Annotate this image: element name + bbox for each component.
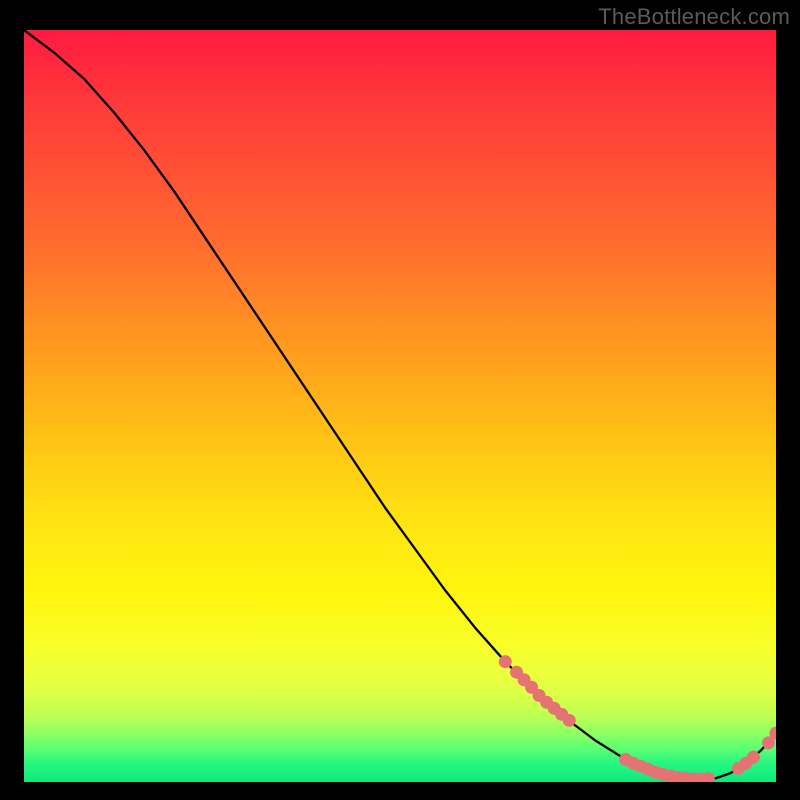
watermark-text: TheBottleneck.com [598,4,790,30]
data-point [563,714,576,727]
curve-layer [24,30,776,782]
chart-frame: TheBottleneck.com [0,0,800,800]
bottleneck-curve [24,30,776,779]
plot-area [24,30,776,782]
marker-layer [499,655,776,782]
data-point [747,751,760,764]
data-point [499,655,512,668]
